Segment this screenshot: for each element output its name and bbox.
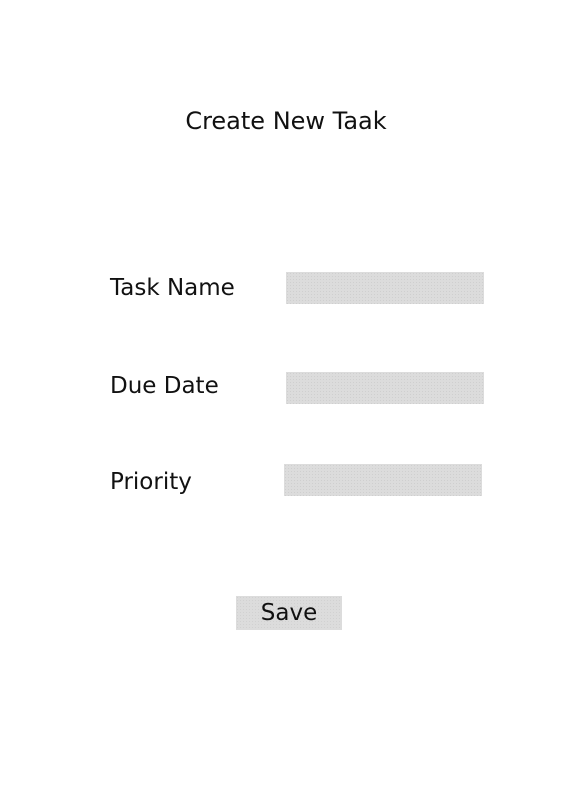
- save-button[interactable]: Save: [236, 596, 342, 630]
- priority-label: Priority: [110, 469, 192, 495]
- task-name-input[interactable]: [286, 272, 484, 304]
- page-title: Create New Taak: [185, 107, 387, 135]
- due-date-input[interactable]: [286, 372, 484, 404]
- due-date-label: Due Date: [110, 373, 219, 399]
- priority-input[interactable]: [284, 464, 482, 496]
- task-name-label: Task Name: [110, 275, 235, 301]
